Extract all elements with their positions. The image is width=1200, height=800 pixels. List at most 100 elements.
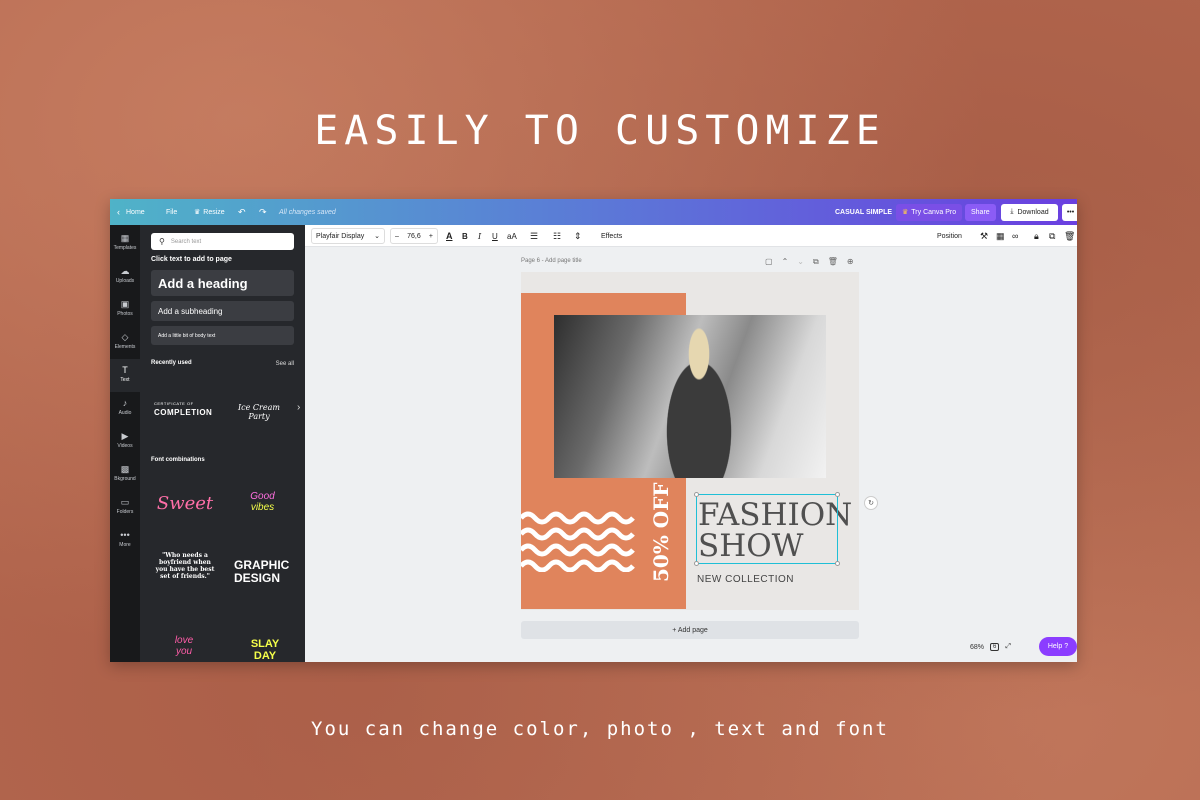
delete-page-icon[interactable]: 🗑︎ xyxy=(828,257,838,267)
crown-icon: ♛ xyxy=(194,209,201,216)
combo-love-you[interactable]: love you xyxy=(164,635,204,657)
home-button[interactable]: ‹ Home xyxy=(117,199,145,225)
bold-button[interactable]: B xyxy=(462,225,468,247)
add-subheading-button[interactable]: Add a subheading xyxy=(151,301,294,321)
help-button[interactable]: Help ? xyxy=(1039,637,1077,656)
see-all-link[interactable]: See all xyxy=(276,361,294,367)
combo-sweet[interactable]: Sweet xyxy=(154,493,216,514)
font-size-stepper[interactable]: – 76,6 + xyxy=(390,228,438,244)
elements-icon: ◇ xyxy=(121,332,129,342)
position-button[interactable]: Position xyxy=(937,225,962,247)
italic-button[interactable]: I xyxy=(478,225,481,247)
selection-box[interactable] xyxy=(694,492,840,566)
duplicate-page-icon[interactable]: ⧉ xyxy=(813,257,819,267)
canva-editor-window: ‹ Home File ♛ Resize ↶ ↷ All changes sav… xyxy=(110,199,1077,662)
search-placeholder: Search text xyxy=(170,238,202,245)
resize-handle[interactable] xyxy=(835,561,840,566)
file-menu[interactable]: File xyxy=(166,199,177,225)
try-canva-pro-button[interactable]: ♛ Try Canva Pro xyxy=(896,203,963,221)
left-rail: ▦ Templates ☁ Uploads ▣ Photos ◇ Element… xyxy=(110,225,140,662)
spacing-icon[interactable]: ⇕ xyxy=(574,225,582,247)
zoom-level[interactable]: 68% xyxy=(970,644,984,651)
rail-text[interactable]: T Text xyxy=(110,359,140,392)
rail-background[interactable]: ▩ Bkground xyxy=(110,458,140,491)
chevron-left-icon: ‹ xyxy=(117,207,120,217)
combo-slay-day[interactable]: SLAY DAY xyxy=(240,638,290,662)
download-button[interactable]: ⤓ Download xyxy=(1001,203,1058,221)
text-color-icon[interactable]: A xyxy=(446,225,453,247)
rail-more[interactable]: ••• More xyxy=(110,524,140,557)
plus-button[interactable]: + xyxy=(429,233,433,240)
note-icon[interactable]: ▢ xyxy=(765,257,773,267)
rotate-icon[interactable]: ↻ xyxy=(864,496,878,510)
fullscreen-icon[interactable]: ⤢ xyxy=(1005,643,1011,651)
headline: EASILY TO CUSTOMIZE xyxy=(314,108,886,154)
recent-ice-cream-party[interactable]: Ice Cream Party xyxy=(228,403,290,421)
combo-good-vibes[interactable]: Good vibes xyxy=(235,491,290,513)
font-family-select[interactable]: Playfair Display ⌄ xyxy=(311,228,385,244)
text-icon: T xyxy=(122,365,128,375)
chevron-right-icon[interactable]: › xyxy=(297,402,300,413)
canvas-area: Page 6 - Add page title ▢ ⌃ ⌄ ⧉ 🗑︎ ⊕ 50%… xyxy=(305,247,1077,662)
letter-case-button[interactable]: aA xyxy=(507,225,517,247)
save-status: All changes saved xyxy=(279,208,336,216)
link-icon[interactable]: ∞ xyxy=(1012,225,1018,247)
add-page-icon[interactable]: ⊕ xyxy=(847,257,854,267)
add-heading-button[interactable]: Add a heading xyxy=(151,270,294,296)
chevron-down-icon[interactable]: ⌄ xyxy=(797,257,804,267)
music-icon: ♪ xyxy=(122,398,128,408)
combo-quote[interactable]: "Who needs a boyfriend when you have the… xyxy=(154,552,216,580)
recent-certificate[interactable]: CERTIFICATE OF COMPLETION xyxy=(154,401,214,417)
page-title-label[interactable]: Page 6 - Add page title xyxy=(521,258,582,264)
rail-videos[interactable]: ▶ Videos xyxy=(110,425,140,458)
font-size-value[interactable]: 76,6 xyxy=(407,233,421,240)
list-icon[interactable]: ☷ xyxy=(553,225,561,247)
discount-text[interactable]: 50% OFF xyxy=(649,482,673,582)
redo-icon[interactable]: ↷ xyxy=(259,199,267,225)
page-count-badge[interactable]: 6 xyxy=(990,643,1000,651)
share-button[interactable]: Share xyxy=(965,203,996,221)
resize-button[interactable]: ♛ Resize xyxy=(194,199,225,225)
design-page[interactable]: 50% OFF FASHION SHOW NEW COLLECTION xyxy=(521,272,859,610)
effects-button[interactable]: Effects xyxy=(601,225,622,247)
search-icon: ⚲ xyxy=(159,237,165,246)
rail-photos[interactable]: ▣ Photos xyxy=(110,293,140,326)
video-icon: ▶ xyxy=(121,431,129,441)
duplicate-icon[interactable]: ⧉ xyxy=(1049,225,1055,247)
paint-roller-icon[interactable]: ⚒ xyxy=(980,225,988,247)
lock-icon[interactable]: 🔒︎ xyxy=(1034,225,1039,247)
align-left-icon[interactable]: ☰ xyxy=(530,225,538,247)
design-name[interactable]: CASUAL SIMPLE xyxy=(835,199,892,225)
text-panel: ⚲ Search text Click text to add to page … xyxy=(140,225,305,662)
add-page-button[interactable]: + Add page xyxy=(521,621,859,639)
trash-icon[interactable]: 🗑︎ xyxy=(1064,225,1075,247)
footer-caption: You can change color, photo , text and f… xyxy=(311,718,889,740)
wave-lines-graphic[interactable] xyxy=(521,510,636,572)
model-figure xyxy=(649,323,749,478)
resize-handle[interactable] xyxy=(835,492,840,497)
recently-used-heading: Recently used xyxy=(151,360,192,366)
rail-audio[interactable]: ♪ Audio xyxy=(110,392,140,425)
chevron-up-icon[interactable]: ⌃ xyxy=(782,257,789,267)
chevron-down-icon: ⌄ xyxy=(374,233,380,240)
resize-handle[interactable] xyxy=(694,561,699,566)
click-text-heading: Click text to add to page xyxy=(151,256,232,263)
undo-icon[interactable]: ↶ xyxy=(238,199,246,225)
transparency-icon[interactable]: ▦ xyxy=(996,225,1005,247)
underline-icon[interactable]: U xyxy=(492,225,498,247)
rail-templates[interactable]: ▦ Templates xyxy=(110,227,140,260)
resize-handle[interactable] xyxy=(694,492,699,497)
crown-icon: ♛ xyxy=(902,209,909,216)
rail-elements[interactable]: ◇ Elements xyxy=(110,326,140,359)
more-options-button[interactable]: ••• xyxy=(1062,203,1077,221)
background-icon: ▩ xyxy=(120,464,130,474)
add-body-text-button[interactable]: Add a little bit of body text xyxy=(151,326,294,345)
search-input[interactable]: ⚲ Search text xyxy=(151,233,294,250)
photo-icon: ▣ xyxy=(120,299,130,309)
fashion-photo[interactable] xyxy=(554,315,826,478)
minus-button[interactable]: – xyxy=(395,233,399,240)
new-collection-text[interactable]: NEW COLLECTION xyxy=(697,574,794,585)
combo-graphic-design[interactable]: GRAPHIC DESIGN xyxy=(234,559,294,585)
rail-folders[interactable]: ▭ Folders xyxy=(110,491,140,524)
rail-uploads[interactable]: ☁ Uploads xyxy=(110,260,140,293)
